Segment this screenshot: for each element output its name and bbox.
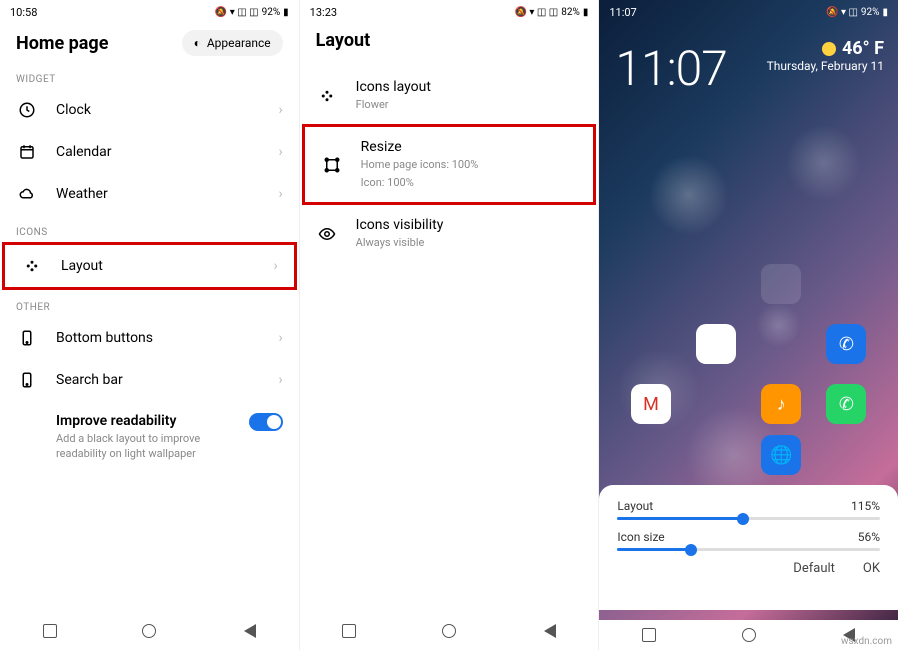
ok-button[interactable]: OK <box>863 561 880 576</box>
weather-widget[interactable]: 46° F Thursday, February 11 <box>767 38 884 73</box>
row-icons-visibility[interactable]: Icons visibility Always visible <box>300 205 599 262</box>
nav-recents-icon[interactable] <box>342 624 356 638</box>
phone-icon <box>16 371 38 389</box>
row-layout[interactable]: Layout › <box>2 242 297 290</box>
default-button[interactable]: Default <box>793 561 835 576</box>
section-widget: WIDGET <box>0 62 299 89</box>
slider-icon-label: Icon size <box>617 530 664 544</box>
chevron-right-icon: › <box>278 102 282 118</box>
row-calendar[interactable]: Calendar › <box>0 131 299 173</box>
status-bar: 11:07 🔕 ▾ ◫ 92% ▮ <box>599 0 898 20</box>
app-phone[interactable]: ✆ <box>826 324 866 364</box>
status-time: 11:07 <box>609 6 636 19</box>
status-bar: 13:23 🔕 ▾ ◫ ◫ 82% ▮ <box>300 0 599 20</box>
sun-icon <box>822 42 836 56</box>
android-nav-bar <box>300 612 599 650</box>
slider-layout[interactable]: Layout 115% <box>617 499 880 520</box>
watermark: wsxdn.com <box>841 636 892 647</box>
app-whatsapp[interactable]: ✆ <box>826 384 866 424</box>
nav-recents-icon[interactable] <box>43 624 57 638</box>
nav-home-icon[interactable] <box>742 628 756 642</box>
android-nav-bar <box>0 612 299 650</box>
status-time: 13:23 <box>310 6 337 19</box>
settings-layout-panel: 13:23 🔕 ▾ ◫ ◫ 82% ▮ Layout Icons layout … <box>300 0 600 650</box>
calendar-icon <box>16 143 38 161</box>
readability-toggle[interactable] <box>249 413 283 431</box>
row-bottom-buttons[interactable]: Bottom buttons › <box>0 317 299 359</box>
nav-home-icon[interactable] <box>142 624 156 638</box>
slider-layout-value: 115% <box>851 499 880 513</box>
chevron-right-icon: › <box>278 372 282 388</box>
row-clock[interactable]: Clock › <box>0 89 299 131</box>
resize-icon <box>321 156 343 174</box>
readability-title: Improve readability <box>56 413 231 429</box>
section-other: OTHER <box>0 290 299 317</box>
section-icons: ICONS <box>0 215 299 242</box>
app-gmail[interactable]: M <box>631 384 671 424</box>
chevron-right-icon: › <box>273 258 277 274</box>
slider-icon-size[interactable]: Icon size 56% <box>617 530 880 551</box>
row-improve-readability[interactable]: Improve readability Add a black layout t… <box>0 401 299 474</box>
chevron-right-icon: › <box>278 186 282 202</box>
nav-recents-icon[interactable] <box>642 628 656 642</box>
cloud-icon <box>16 185 38 203</box>
page-title: Home page <box>16 33 108 54</box>
app-folder[interactable] <box>761 264 801 304</box>
app-browser[interactable]: 🌐 <box>761 435 801 475</box>
page-title: Layout <box>316 30 371 51</box>
app-play-store[interactable]: ▶ <box>696 324 736 364</box>
eye-icon <box>316 225 338 243</box>
date-label: Thursday, February 11 <box>767 59 884 73</box>
palette-icon: ◐ <box>194 36 201 50</box>
clock-icon <box>16 101 38 119</box>
home-screen-panel: 11:07 🔕 ▾ ◫ 92% ▮ 11:07 46° F Thursday, … <box>599 0 898 650</box>
settings-home-page-panel: 10:58 🔕 ▾ ◫ ◫ 92% ▮ Home page ◐ Appearan… <box>0 0 300 650</box>
app-grid: ▶ ✆ M ♪ ✆ 🌐 <box>599 255 898 475</box>
chevron-right-icon: › <box>278 330 282 346</box>
chevron-right-icon: › <box>278 144 282 160</box>
status-icons: 🔕 ▾ ◫ 92% ▮ <box>826 7 888 18</box>
dots-icon <box>316 87 338 105</box>
nav-back-icon[interactable] <box>542 624 556 638</box>
status-icons: 🔕 ▾ ◫ ◫ 92% ▮ <box>215 7 289 18</box>
layout-icon <box>21 257 43 275</box>
status-bar: 10:58 🔕 ▾ ◫ ◫ 92% ▮ <box>0 0 299 20</box>
status-time: 10:58 <box>10 6 37 19</box>
resize-sheet: Layout 115% Icon size 56% Default OK <box>599 485 898 610</box>
slider-layout-label: Layout <box>617 499 653 513</box>
row-resize[interactable]: Resize Home page icons: 100% Icon: 100% <box>302 124 597 205</box>
nav-back-icon[interactable] <box>242 624 256 638</box>
slider-layout-track[interactable] <box>617 517 880 520</box>
nav-home-icon[interactable] <box>442 624 456 638</box>
readability-sub: Add a black layout to improve readabilit… <box>56 431 231 462</box>
app-music[interactable]: ♪ <box>761 384 801 424</box>
row-search-bar[interactable]: Search bar › <box>0 359 299 401</box>
appearance-chip[interactable]: ◐ Appearance <box>182 30 283 56</box>
slider-icon-value: 56% <box>858 530 880 544</box>
status-icons: 🔕 ▾ ◫ ◫ 82% ▮ <box>514 7 588 18</box>
row-icons-layout[interactable]: Icons layout Flower <box>300 67 599 124</box>
slider-icon-track[interactable] <box>617 548 880 551</box>
phone-icon <box>16 329 38 347</box>
row-weather[interactable]: Weather › <box>0 173 299 215</box>
